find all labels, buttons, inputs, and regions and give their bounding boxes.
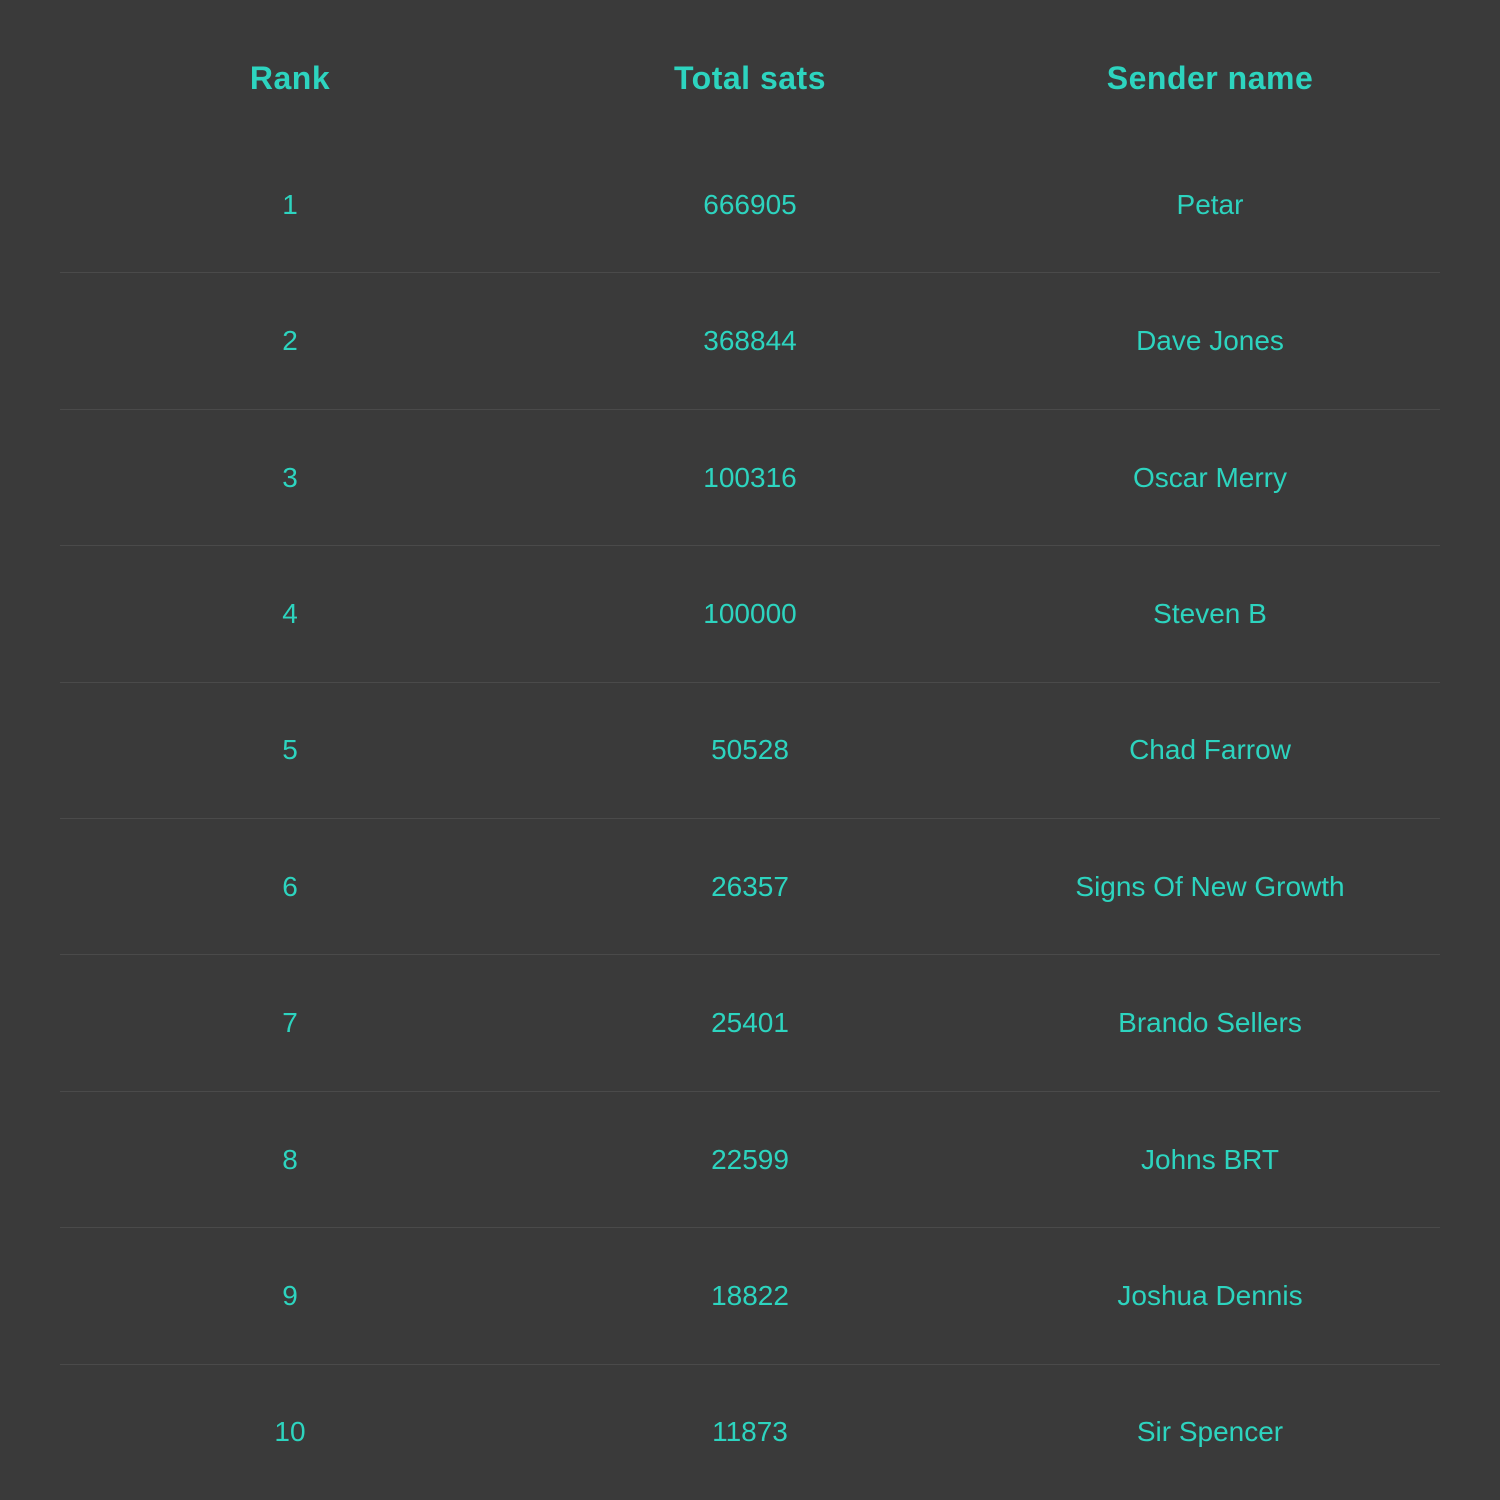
- total-sats-cell: 18822: [520, 1270, 980, 1322]
- rank-cell: 2: [60, 315, 520, 367]
- table-row: 4100000Steven B: [60, 546, 1440, 682]
- total-sats-cell: 666905: [520, 179, 980, 231]
- table-body: 1666905Petar2368844Dave Jones3100316Osca…: [60, 137, 1440, 1500]
- leaderboard-table: Rank Total sats Sender name 1666905Petar…: [0, 0, 1500, 1500]
- sender-name-header: Sender name: [980, 40, 1440, 117]
- total-sats-header: Total sats: [520, 40, 980, 117]
- total-sats-cell: 50528: [520, 724, 980, 776]
- sender-name-cell: Dave Jones: [980, 315, 1440, 367]
- table-row: 2368844Dave Jones: [60, 273, 1440, 409]
- rank-cell: 1: [60, 179, 520, 231]
- rank-header: Rank: [60, 40, 520, 117]
- total-sats-cell: 26357: [520, 861, 980, 913]
- table-header: Rank Total sats Sender name: [60, 0, 1440, 137]
- total-sats-cell: 100000: [520, 588, 980, 640]
- sender-name-cell: Signs Of New Growth: [980, 861, 1440, 913]
- table-row: 1666905Petar: [60, 137, 1440, 273]
- rank-cell: 10: [60, 1406, 520, 1458]
- total-sats-cell: 100316: [520, 452, 980, 504]
- sender-name-cell: Sir Spencer: [980, 1406, 1440, 1458]
- total-sats-cell: 25401: [520, 997, 980, 1049]
- sender-name-cell: Oscar Merry: [980, 452, 1440, 504]
- rank-cell: 4: [60, 588, 520, 640]
- total-sats-cell: 22599: [520, 1134, 980, 1186]
- sender-name-cell: Chad Farrow: [980, 724, 1440, 776]
- sender-name-cell: Joshua Dennis: [980, 1270, 1440, 1322]
- table-row: 822599Johns BRT: [60, 1092, 1440, 1228]
- sender-name-cell: Steven B: [980, 588, 1440, 640]
- sender-name-cell: Petar: [980, 179, 1440, 231]
- rank-cell: 8: [60, 1134, 520, 1186]
- table-row: 725401Brando Sellers: [60, 955, 1440, 1091]
- table-row: 3100316Oscar Merry: [60, 410, 1440, 546]
- sender-name-cell: Johns BRT: [980, 1134, 1440, 1186]
- table-row: 550528Chad Farrow: [60, 683, 1440, 819]
- rank-cell: 3: [60, 452, 520, 504]
- rank-cell: 7: [60, 997, 520, 1049]
- table-row: 1011873Sir Spencer: [60, 1365, 1440, 1500]
- rank-cell: 6: [60, 861, 520, 913]
- table-row: 918822Joshua Dennis: [60, 1228, 1440, 1364]
- rank-cell: 9: [60, 1270, 520, 1322]
- total-sats-cell: 11873: [520, 1406, 980, 1458]
- table-row: 626357Signs Of New Growth: [60, 819, 1440, 955]
- rank-cell: 5: [60, 724, 520, 776]
- total-sats-cell: 368844: [520, 315, 980, 367]
- sender-name-cell: Brando Sellers: [980, 997, 1440, 1049]
